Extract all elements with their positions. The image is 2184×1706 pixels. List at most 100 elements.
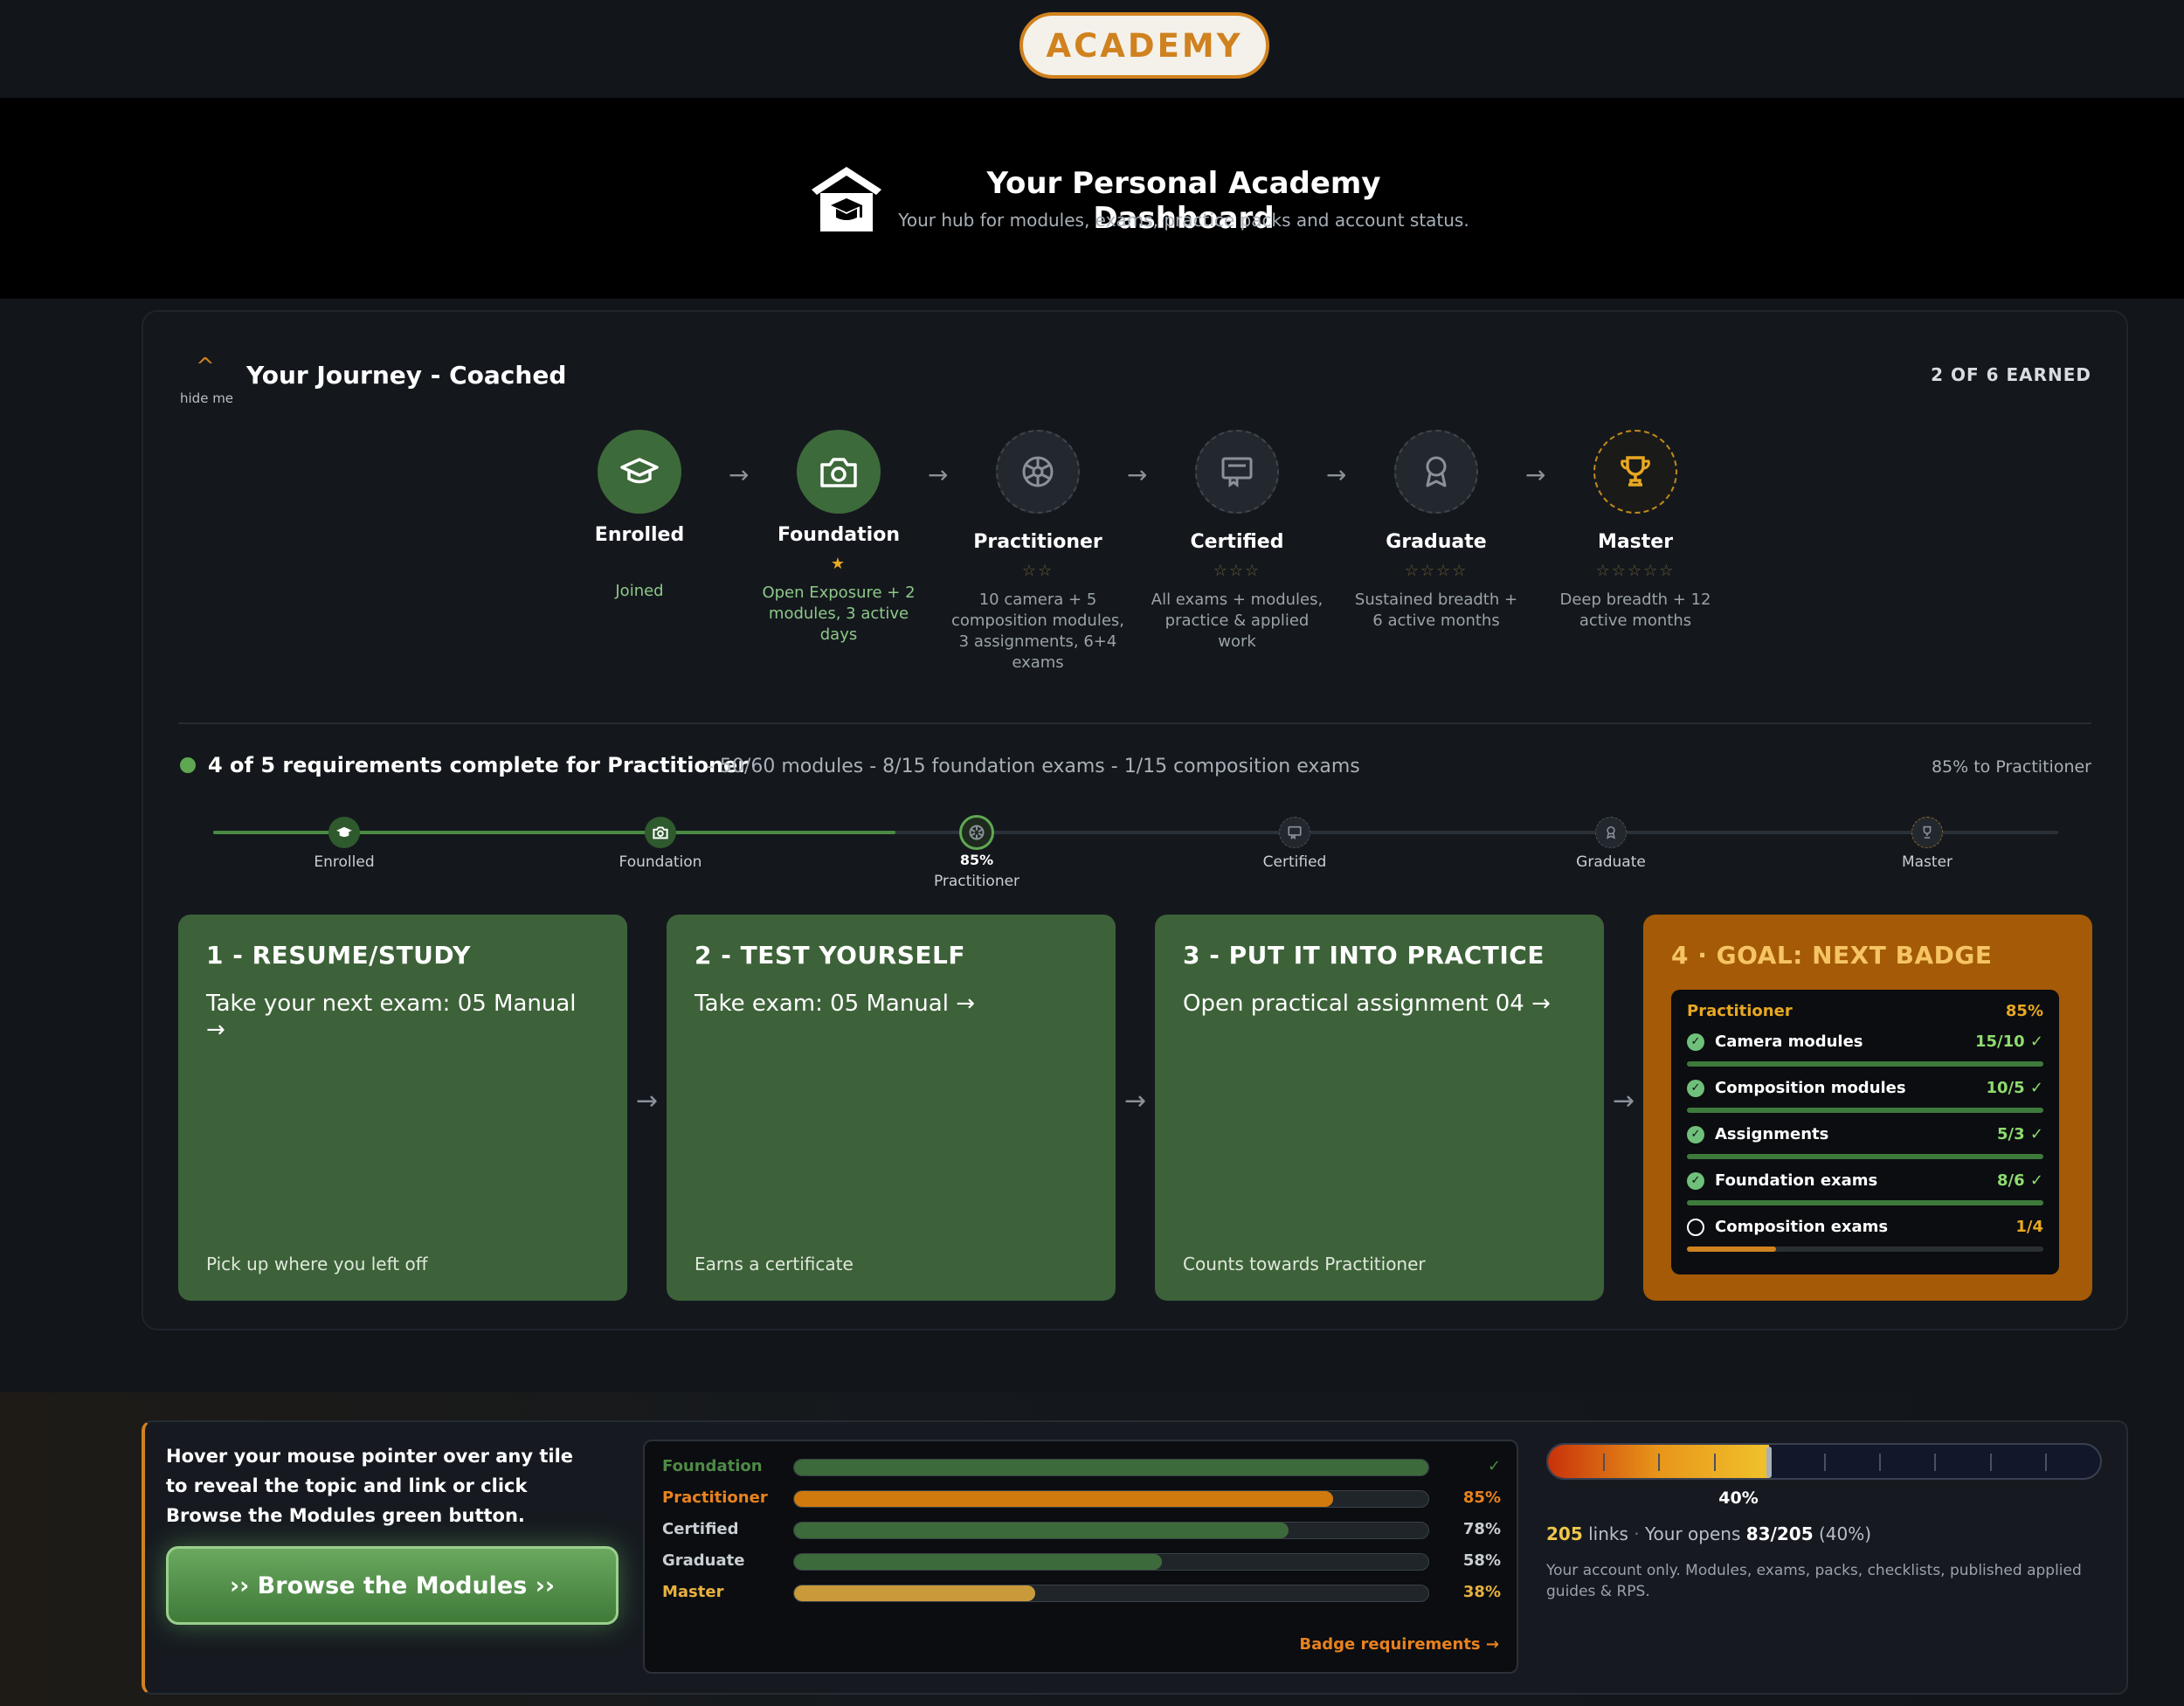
goal-row: ✓ Assignments 5/3 ✓	[1687, 1125, 2043, 1159]
node-label: Graduate	[1576, 853, 1646, 871]
card-title: 4 · GOAL: NEXT BADGE	[1671, 941, 1993, 970]
card-put-into-practice[interactable]: 3 - PUT IT INTO PRACTICE Open practical …	[1155, 915, 1604, 1301]
badge-bar-track	[793, 1490, 1429, 1508]
goal-row-label: Camera modules	[1715, 1033, 1863, 1051]
node-practitioner[interactable]	[959, 815, 994, 850]
card-test-yourself[interactable]: 2 - TEST YOURSELF Take exam: 05 Manual →…	[667, 915, 1116, 1301]
check-circle-icon: ✓	[1687, 1079, 1704, 1097]
goal-row-bar	[1687, 1200, 2043, 1205]
node-label: Master	[1901, 853, 1953, 871]
card-link[interactable]: Open practical assignment 04 →	[1183, 991, 1576, 1017]
badge-bar-track	[793, 1459, 1429, 1476]
chevron-up-icon[interactable]: ^	[196, 354, 215, 380]
goal-header: Practitioner 85%	[1687, 1002, 2043, 1020]
requirements-pct: 85% to Practitioner	[1931, 757, 2091, 777]
goal-row-label: Assignments	[1715, 1125, 1829, 1143]
badge-bar-value: 85%	[1462, 1488, 1501, 1507]
requirements-title: 4 of 5 requirements complete for Practit…	[208, 753, 749, 777]
step-master[interactable]: Master ☆☆☆☆☆ Deep breadth + 12 active mo…	[1548, 430, 1723, 632]
card-footnote: Pick up where you left off	[206, 1254, 428, 1274]
card-link[interactable]: Take your next exam: 05 Manual →	[206, 991, 599, 1043]
goal-row-bar	[1687, 1061, 2043, 1067]
node-foundation[interactable]	[645, 817, 676, 848]
step-name: Certified	[1190, 531, 1284, 553]
links-progress-bar	[1546, 1443, 2102, 1480]
card-goal-next-badge[interactable]: 4 · GOAL: NEXT BADGE Practitioner 85% ✓ C…	[1643, 915, 2092, 1301]
arrow-right-icon: →	[1124, 1086, 1147, 1116]
goal-row-bar-fill	[1687, 1061, 2043, 1067]
hero-banner: Your Personal Academy Dashboard Your hub…	[0, 98, 2184, 299]
card-footnote: Earns a certificate	[695, 1254, 854, 1274]
badge-bar-fill	[794, 1460, 1428, 1475]
badge-bar-label: Graduate	[662, 1551, 745, 1570]
badge-bar-label: Practitioner	[662, 1488, 768, 1507]
camera-icon	[653, 826, 668, 839]
step-certified[interactable]: Certified ☆☆☆ All exams + modules, pract…	[1150, 430, 1324, 653]
badge-bar-row: Master 38%	[662, 1583, 1501, 1602]
step-foundation[interactable]: Foundation ★ Open Exposure + 2 modules, …	[751, 430, 926, 646]
badge-bar-label: Master	[662, 1583, 724, 1601]
badge-requirements-link[interactable]: Badge requirements →	[1299, 1635, 1499, 1654]
node-certified[interactable]	[1279, 817, 1310, 848]
camera-icon	[797, 430, 881, 514]
goal-row-label: Foundation exams	[1715, 1171, 1878, 1190]
opens-value: 83/205	[1745, 1523, 1814, 1544]
card-resume-study[interactable]: 1 - RESUME/STUDY Take your next exam: 05…	[178, 915, 627, 1301]
page-subtitle: Your hub for modules, exams, practice pa…	[898, 210, 1469, 231]
aperture-icon	[996, 430, 1080, 514]
arrow-right-icon: →	[729, 460, 750, 489]
card-title: 3 - PUT IT INTO PRACTICE	[1183, 941, 1545, 970]
graduation-cap-icon	[336, 826, 352, 838]
card-link[interactable]: Take exam: 05 Manual →	[695, 991, 1088, 1017]
goal-row-value: 10/5 ✓	[1986, 1079, 2044, 1097]
star-icon: ☆☆☆☆☆	[1595, 562, 1676, 580]
step-desc: Joined	[615, 582, 664, 600]
journey-panel: ^ hide me Your Journey - Coached 2 OF 6 …	[142, 310, 2128, 1330]
node-graduate[interactable]	[1595, 817, 1627, 848]
goal-checklist: Practitioner 85% ✓ Camera modules 15/10 ✓ ✓…	[1671, 990, 2059, 1274]
goal-row-value: 1/4	[2015, 1218, 2043, 1236]
badge-bar-label: Certified	[662, 1520, 739, 1538]
aperture-icon	[969, 825, 985, 840]
node-enrolled[interactable]	[328, 817, 360, 848]
step-practitioner[interactable]: Practitioner ☆☆ 10 camera + 5 compositio…	[950, 430, 1125, 673]
step-desc: Sustained breadth + 6 active months	[1354, 591, 1518, 630]
trophy-icon	[1593, 430, 1677, 514]
academy-house-icon	[812, 167, 881, 231]
academy-pill[interactable]: ACADEMY	[1019, 12, 1269, 79]
step-name: Practitioner	[973, 531, 1102, 553]
links-count: 205	[1546, 1523, 1583, 1544]
step-graduate[interactable]: Graduate ☆☆☆☆ Sustained breadth + 6 acti…	[1349, 430, 1524, 632]
badge-progress-bars: Foundation ✓ Practitioner 85% Certified 78% Gr…	[643, 1440, 1518, 1674]
step-desc: Open Exposure + 2 modules, 3 active days	[762, 584, 916, 644]
browse-modules-button[interactable]: ›› Browse the Modules ››	[166, 1546, 619, 1625]
badge-bar-track	[793, 1553, 1429, 1571]
arrow-right-icon: →	[1127, 460, 1148, 489]
empty-circle-icon	[1687, 1218, 1704, 1236]
goal-row-bar-fill	[1687, 1154, 2043, 1159]
scale-tick	[1989, 1454, 1992, 1471]
bottom-panel: Hover your mouse pointer over any tile t…	[142, 1420, 2128, 1695]
step-enrolled[interactable]: Enrolled Joined	[552, 430, 727, 602]
step-name: Master	[1597, 531, 1674, 553]
award-icon	[1394, 430, 1478, 514]
hide-toggle[interactable]: hide me	[180, 390, 233, 406]
arrow-right-icon: →	[1613, 1086, 1635, 1116]
opens-pct: (40%)	[1818, 1523, 1872, 1544]
star-icon: ★	[830, 555, 847, 573]
badge-bar-row: Graduate 58%	[662, 1551, 1501, 1571]
badge-bar-row: Practitioner 85%	[662, 1488, 1501, 1508]
node-master[interactable]	[1911, 817, 1943, 848]
card-title: 2 - TEST YOURSELF	[695, 941, 965, 970]
goal-row: ✓ Camera modules 15/10 ✓	[1687, 1033, 2043, 1067]
scale-tick	[1658, 1454, 1661, 1471]
step-name: Graduate	[1386, 531, 1487, 553]
badge-bar-fill	[794, 1523, 1289, 1538]
badge-bar-fill	[794, 1491, 1334, 1507]
links-summary: 205 links · Your opens 83/205 (40%)	[1546, 1523, 1872, 1544]
goal-row: ✓ Composition modules 10/5 ✓	[1687, 1079, 2043, 1113]
check-circle-icon: ✓	[1687, 1033, 1704, 1051]
divider	[178, 722, 2091, 724]
badge-bar-row: Certified 78%	[662, 1520, 1501, 1539]
node-pct: 85%	[959, 852, 994, 868]
